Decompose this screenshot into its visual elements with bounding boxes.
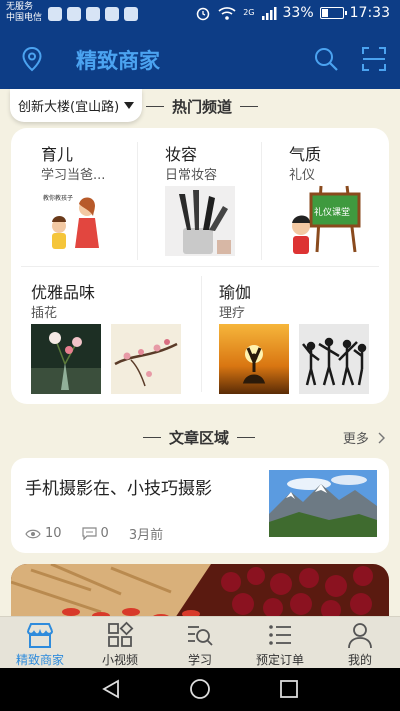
caret-down-icon — [124, 102, 135, 109]
shop-icon — [27, 623, 53, 648]
wifi-icon — [218, 7, 236, 20]
channel-yoga[interactable]: 瑜伽 理疗 — [201, 266, 389, 404]
back-icon[interactable] — [100, 678, 122, 700]
channel-subtitle: 礼仪 — [289, 168, 316, 183]
channel-parenting[interactable]: 育儿 学习当爸... 教你教孩子 — [11, 128, 137, 266]
article-time: 3月前 — [128, 528, 164, 543]
page-title: 精致商家 — [76, 49, 160, 73]
app-header: 精致商家 — [0, 29, 400, 89]
location-selector[interactable]: 创新大楼(宜山路) — [10, 89, 142, 122]
channel-makeup[interactable]: 妆容 日常妆容 — [137, 128, 261, 266]
location-pin-icon[interactable] — [18, 45, 46, 73]
notification-app-icon — [48, 7, 62, 21]
tab-short-video[interactable]: 小视频 — [80, 617, 160, 668]
search-icon[interactable] — [312, 45, 340, 73]
articles-title: 文章区域 — [169, 429, 230, 447]
view-count: 10 — [45, 526, 62, 541]
comment-icon — [81, 527, 97, 540]
channel-temperament[interactable]: 气质 礼仪 礼仪课堂 — [261, 128, 389, 266]
channel-subtitle: 理疗 — [219, 306, 246, 321]
tab-study[interactable]: 学习 — [160, 617, 240, 668]
comment-count: 0 — [100, 526, 109, 541]
chevron-right-icon — [378, 432, 385, 444]
tab-label: 精致商家 — [15, 653, 64, 667]
articles-heading: 文章区域 — [143, 427, 256, 448]
recent-apps-icon[interactable] — [278, 678, 300, 700]
hot-channels-card: 育儿 学习当爸... 教你教孩子 妆容 日常妆容 气质 礼仪 礼仪课堂 优雅品味… — [11, 128, 389, 404]
alarm-icon — [196, 7, 210, 21]
channel-subtitle: 插花 — [31, 306, 58, 321]
yoga-sunset-image — [219, 324, 289, 394]
notification-calendar-icon — [124, 7, 138, 21]
parenting-illustration: 教你教孩子 — [41, 186, 109, 256]
parenting-image-text: 教你教孩子 — [43, 194, 73, 202]
channel-title: 气质 — [289, 145, 322, 164]
notification-image-icon — [105, 7, 119, 21]
channel-subtitle: 日常妆容 — [165, 168, 218, 183]
article-card[interactable]: 手机摄影在、小技巧摄影 10 0 3月前 — [11, 458, 389, 553]
mountain-photo — [269, 470, 377, 537]
notification-icons — [48, 7, 138, 21]
more-link[interactable]: 更多 — [343, 428, 386, 447]
article-meta: 10 0 3月前 — [25, 524, 163, 543]
battery-icon — [319, 7, 347, 19]
tab-label: 学习 — [187, 653, 212, 667]
list-icon — [269, 625, 291, 645]
tab-profile[interactable]: 我的 — [320, 617, 400, 668]
yoga-group-image — [299, 324, 369, 394]
channel-subtitle: 学习当爸... — [41, 168, 106, 183]
ink-painting-image — [111, 324, 181, 394]
scan-icon[interactable] — [360, 45, 388, 73]
study-icon — [188, 626, 213, 646]
clock: 17:33 — [349, 5, 390, 21]
notification-app-icon — [67, 7, 81, 21]
location-label: 创新大楼(宜山路) — [18, 100, 120, 115]
tab-shop[interactable]: 精致商家 — [0, 617, 80, 668]
carrier-line1: 无服务 — [6, 2, 34, 12]
tab-label: 我的 — [347, 653, 372, 667]
network-type: 2G — [243, 8, 255, 17]
battery-percent: 33% — [282, 5, 314, 21]
channel-title: 妆容 — [165, 145, 198, 164]
status-bar: 无服务 中国电信 2G 33% 17:33 — [0, 0, 400, 29]
system-nav-bar — [0, 668, 400, 711]
channel-title: 瑜伽 — [219, 283, 252, 302]
signal-icon — [261, 7, 277, 20]
home-icon[interactable] — [189, 678, 211, 700]
etiquette-image-text: 礼仪课堂 — [314, 206, 350, 218]
carrier-info: 无服务 中国电信 — [6, 2, 42, 24]
battery-fill — [321, 9, 328, 17]
more-label: 更多 — [342, 432, 369, 447]
etiquette-class-image: 礼仪课堂 — [287, 182, 361, 256]
makeup-brushes-image — [165, 186, 235, 256]
carrier-line2: 中国电信 — [6, 13, 43, 23]
channel-elegance[interactable]: 优雅品味 插花 — [11, 266, 201, 404]
channel-title: 优雅品味 — [31, 283, 96, 302]
food-photo[interactable] — [11, 564, 389, 624]
notification-app-icon — [86, 7, 100, 21]
flower-vase-image — [31, 324, 101, 394]
status-right: 2G 33% 17:33 — [195, 5, 390, 21]
tab-label: 小视频 — [101, 653, 138, 667]
tab-orders[interactable]: 预定订单 — [240, 617, 320, 668]
hot-channels-heading: 热门频道 — [146, 96, 259, 117]
hot-channels-title: 热门频道 — [172, 98, 233, 116]
article-title: 手机摄影在、小技巧摄影 — [25, 479, 212, 499]
person-icon — [348, 623, 372, 649]
tab-label: 预定订单 — [255, 653, 304, 667]
channel-title: 育儿 — [41, 145, 74, 164]
bottom-tab-bar: 精致商家 小视频 学习 预定订单 我的 — [0, 616, 400, 668]
grid-icon — [108, 621, 134, 647]
eye-icon — [25, 529, 41, 538]
